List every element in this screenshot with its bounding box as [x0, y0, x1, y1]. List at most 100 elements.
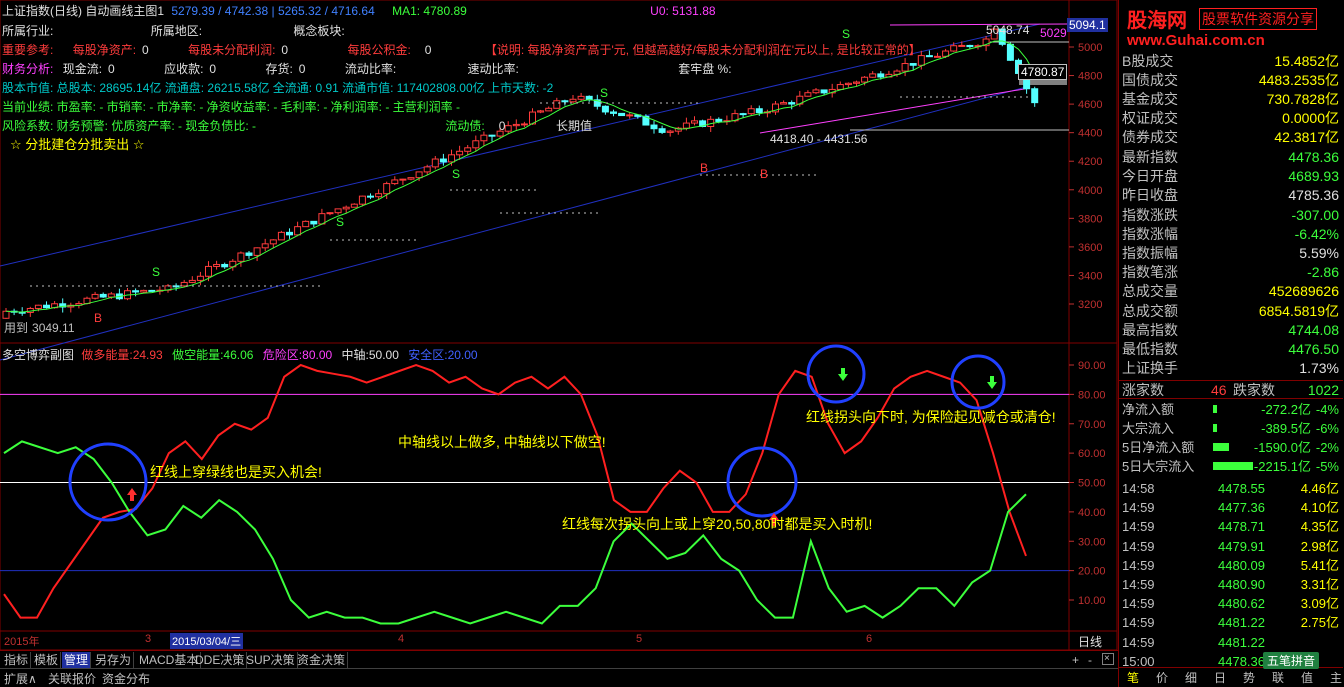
candle-body: [618, 112, 626, 117]
info-line-6: 风险系数: 财务预警: 优质资产率: - 现金负债比: - 流动债: 0: [2, 119, 506, 133]
candle-body: [682, 122, 690, 129]
related-quotes-button[interactable]: 关联报价: [48, 670, 96, 687]
candle-body: [1031, 88, 1039, 104]
candle-body: [691, 120, 698, 124]
trade-volume-row: 基金成交 730.7828亿: [1122, 91, 1339, 107]
candle-body: [537, 110, 545, 113]
sub-axis-label: 20.00: [1078, 566, 1106, 578]
date-label: 4: [398, 633, 405, 645]
candle-body: [148, 289, 156, 292]
candle-body: [350, 203, 358, 208]
candle-body: [456, 150, 464, 156]
price-axis-label: 3200: [1078, 299, 1102, 311]
candle-body: [950, 45, 958, 52]
tick-row: 14:59 4480.62 3.09亿: [1122, 596, 1339, 612]
candle-body: [310, 220, 318, 225]
candle-body: [107, 293, 115, 298]
trade-volume-row: B股成交 15.4852亿: [1122, 53, 1339, 69]
cursor-date-label: 2015/03/04/三: [170, 633, 244, 649]
candle-body: [844, 82, 852, 86]
candle-body: [569, 98, 577, 103]
quote-tab-5[interactable]: 联: [1272, 669, 1284, 686]
fund-distribution-button[interactable]: 资金分布: [102, 670, 150, 687]
candle-body: [869, 73, 877, 78]
sub-axis-label: 90.00: [1078, 360, 1106, 372]
ma1-label: MA1: 4780.89: [392, 4, 467, 18]
quote-tab-6[interactable]: 值: [1301, 669, 1313, 686]
tab-macd[interactable]: MACD基本: [137, 652, 202, 668]
candle-body: [958, 44, 966, 47]
tab-indicator[interactable]: 指标: [2, 652, 32, 668]
candle-body: [221, 263, 229, 268]
sell-signal-S: S: [842, 27, 850, 41]
date-label: 3: [145, 633, 152, 645]
tick-row: 14:59 4477.36 4.10亿: [1122, 500, 1339, 516]
trade-volume-row: 债券成交 42.3817亿: [1122, 129, 1339, 145]
candle-body: [334, 208, 342, 214]
candle-body: [196, 275, 204, 281]
index-stat-row: 最低指数 4476.50: [1122, 341, 1339, 357]
candle-body: [43, 304, 50, 309]
candle-body: [2, 310, 10, 319]
candle-body: [739, 113, 747, 116]
candle-body: [553, 100, 561, 109]
tab-dde[interactable]: DDE决策: [193, 652, 248, 668]
candle-body: [188, 279, 196, 283]
tab-template[interactable]: 模板: [32, 652, 62, 668]
quote-bottom-tabs: 笔价细日势联值主: [1119, 667, 1343, 686]
close-icon[interactable]: ×: [1102, 653, 1114, 665]
candle-body: [180, 281, 188, 287]
period-label[interactable]: 日线: [1078, 633, 1102, 650]
quote-tab-7[interactable]: 主: [1330, 669, 1342, 686]
candle-body: [302, 220, 310, 228]
quote-tab-2[interactable]: 细: [1185, 669, 1197, 686]
tab-fund[interactable]: 资金决策: [295, 652, 349, 668]
ime-indicator[interactable]: 五笔拼音: [1263, 652, 1320, 669]
index-stat-row: 上证换手 1.73%: [1122, 360, 1339, 377]
sub-chart-header: 多空博弈副图 做多能量:24.93 做空能量:46.06 危险区:80.00 中…: [2, 348, 478, 362]
main-chart-area[interactable]: 5000 4800 4600 4400 4200 4000 3800 3600 3400 3200…: [0, 0, 1118, 650]
fund-flow-row: 大宗流入 -389.5亿 -6%: [1122, 421, 1339, 436]
quote-tab-1[interactable]: 价: [1156, 669, 1168, 686]
candle-body: [415, 171, 423, 179]
info-line-1: 所属行业: 所属地区: 概念板块:: [2, 24, 345, 38]
ma-values: 5279.39 / 4742.38 | 5265.32 / 4716.64: [171, 4, 375, 18]
tab-manage[interactable]: 管理: [62, 652, 92, 668]
tab-sup[interactable]: SUP决策: [244, 652, 298, 668]
zoom-in-button[interactable]: +: [1070, 652, 1081, 668]
candle-body: [666, 130, 674, 133]
quote-tab-4[interactable]: 势: [1243, 669, 1255, 686]
candle-body: [610, 111, 617, 114]
candle-body: [99, 293, 107, 298]
buy-signal-B: B: [700, 161, 708, 175]
zoom-out-button[interactable]: -: [1086, 652, 1094, 668]
candle-body: [561, 100, 569, 103]
sell-signal-S: S: [152, 265, 160, 279]
highlight-circle: [806, 344, 866, 404]
sub-axis-label: 80.00: [1078, 389, 1106, 401]
candle-body: [407, 177, 415, 180]
expand-button[interactable]: 扩展∧: [4, 670, 37, 687]
price-axis-label: 4800: [1078, 71, 1102, 83]
candle-body: [448, 154, 455, 163]
candle-body: [358, 195, 366, 205]
candle-body: [545, 107, 553, 112]
candle-body: [269, 239, 277, 245]
candle-body: [294, 226, 302, 236]
candle-body: [877, 73, 885, 78]
index-stat-row: 指数涨跌 -307.00: [1122, 206, 1339, 223]
tick-row: 14:59 4479.91 2.98亿: [1122, 538, 1339, 554]
high-price-box: 5094.1: [1067, 18, 1108, 32]
info-line-4: 股本市值: 总股本: 28695.14亿 流通盘: 26215.58亿 全流通:…: [2, 81, 554, 95]
quote-tab-0[interactable]: 笔: [1127, 669, 1139, 686]
tab-save-as[interactable]: 另存为: [93, 652, 135, 668]
info-line-5: 当前业绩: 市盈率: - 市销率: - 市净率: - 净资收益率: - 毛利率:…: [2, 100, 460, 114]
candle-body: [423, 166, 431, 173]
price-axis-label: 3800: [1078, 213, 1102, 225]
quote-tab-3[interactable]: 日: [1214, 669, 1226, 686]
price-axis-label: 5000: [1078, 42, 1102, 54]
u0-label: U0: 5131.88: [650, 4, 716, 18]
candle-body: [34, 304, 42, 309]
mid-price-label: 5048.74: [986, 23, 1030, 37]
candle-body: [520, 123, 528, 126]
